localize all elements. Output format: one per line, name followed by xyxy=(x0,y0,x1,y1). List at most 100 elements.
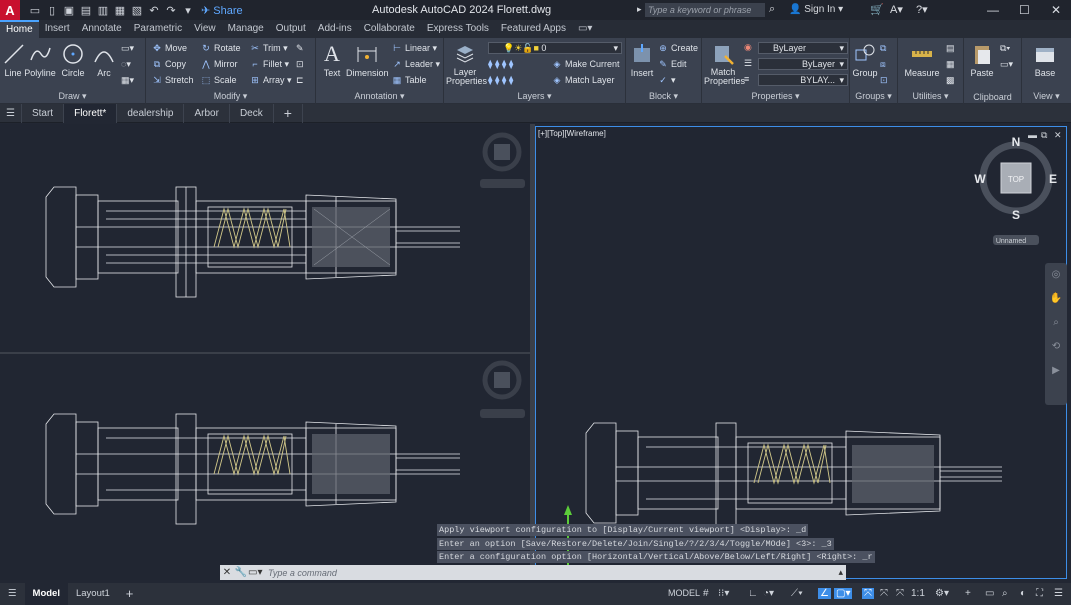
linetype-dropdown[interactable]: ByLayer ▾ xyxy=(758,58,848,70)
doc-tab-florett[interactable]: Florett* xyxy=(64,103,118,123)
close-command-line-icon[interactable]: ✕ xyxy=(220,567,234,578)
compass-east[interactable]: E xyxy=(1049,172,1057,186)
circle-button[interactable]: Circle xyxy=(60,42,86,78)
cut-icon[interactable]: ▭▾ xyxy=(1000,59,1013,70)
panel-view-title[interactable]: View ▾ xyxy=(1022,91,1071,102)
recent-commands-icon[interactable]: ▭▾ xyxy=(248,567,262,578)
panel-draw-title[interactable]: Draw ▾ xyxy=(0,91,145,102)
calculator-icon[interactable]: ▩ xyxy=(946,75,955,86)
viewport-restore-icon[interactable]: ⧉ xyxy=(1041,130,1048,140)
layout1-tab[interactable]: Layout1 xyxy=(68,583,118,605)
cart-icon[interactable]: 🛒 xyxy=(870,3,884,16)
undo-icon[interactable]: ↶ xyxy=(147,4,161,17)
customization-menu-icon[interactable]: ☰ xyxy=(1054,588,1063,599)
group-select-icon[interactable]: ⊡ xyxy=(880,75,888,86)
steering-wheel-icon[interactable]: ◎ xyxy=(1045,263,1067,287)
stretch-button[interactable]: ⇲ Stretch xyxy=(152,75,193,86)
navigation-bar[interactable]: ◎ ✋ ⌕ ⟲ ▶ xyxy=(1045,263,1067,405)
scale-button[interactable]: ⬚ Scale xyxy=(201,75,237,86)
showmotion-icon[interactable]: ▶ xyxy=(1045,359,1067,383)
ortho-icon[interactable]: ∟ xyxy=(748,588,758,599)
viewcube-compass[interactable]: TOP N S E W xyxy=(974,135,1057,222)
fillet-button[interactable]: ⌐ Fillet ▾ xyxy=(250,59,289,70)
viewport-right-active[interactable]: TOP N S E W Unnamed ▬ ⧉ ✕ xyxy=(535,126,1067,579)
clean-screen-icon[interactable]: ⛶ xyxy=(1036,588,1043,599)
qat-dropdown-icon[interactable]: ▾ xyxy=(181,4,195,17)
layer-properties-button[interactable]: Layer Properties xyxy=(446,42,487,86)
dimension-button[interactable]: Dimension xyxy=(346,42,389,78)
hatch-icon[interactable]: ◌▾ xyxy=(121,59,131,70)
layer-tools-row2-icons[interactable]: ⧫ ⧫ ⧫ ⧫ xyxy=(488,75,513,86)
tab-view[interactable]: View xyxy=(188,20,222,38)
annotation-monitor-icon[interactable]: + xyxy=(965,588,971,599)
doc-tab-start[interactable]: Start xyxy=(22,103,65,123)
create-block-button[interactable]: ⊕ Create xyxy=(658,43,698,54)
tab-insert[interactable]: Insert xyxy=(39,20,76,38)
leader-button[interactable]: ↗ Leader ▾ xyxy=(392,59,440,70)
doc-tab-arbor[interactable]: Arbor xyxy=(184,103,230,123)
paste-button[interactable]: Paste xyxy=(968,42,996,78)
annotation-scale-value[interactable]: 1:1 xyxy=(911,588,925,599)
annotation-visibility-icon[interactable]: ⤧ xyxy=(862,588,874,599)
osnap-icon[interactable]: ▢▾ xyxy=(834,588,853,599)
tab-manage[interactable]: Manage xyxy=(222,20,270,38)
model-tab[interactable]: Model xyxy=(24,583,68,605)
tab-annotate[interactable]: Annotate xyxy=(76,20,128,38)
rectangle-icon[interactable]: ▭▾ xyxy=(121,43,134,54)
viewcube-top[interactable] xyxy=(494,144,510,160)
plot-icon[interactable]: ▧ xyxy=(130,4,144,17)
command-input[interactable]: Type a command xyxy=(268,568,337,578)
search-icon[interactable]: ⌕ xyxy=(769,3,775,16)
viewport-minimize-icon[interactable]: ▬ xyxy=(1028,130,1037,140)
table-button[interactable]: ▦ Table xyxy=(392,75,427,86)
save-as-icon[interactable]: ▤ xyxy=(79,4,93,17)
application-menu-button[interactable]: A xyxy=(0,0,20,20)
object-snap-tracking-icon[interactable]: ∠ xyxy=(818,588,831,599)
panel-modify-title[interactable]: Modify ▾ xyxy=(146,91,315,102)
model-space-toggle[interactable]: MODEL xyxy=(668,588,700,598)
units-icon[interactable]: ▭ xyxy=(985,588,994,599)
tab-parametric[interactable]: Parametric xyxy=(128,20,188,38)
tab-output[interactable]: Output xyxy=(270,20,312,38)
workspace-gear-icon[interactable]: ⚙▾ xyxy=(935,588,949,599)
measure-button[interactable]: Measure xyxy=(902,42,942,78)
ribbon-options-icon[interactable]: ▭▾ xyxy=(572,20,598,38)
select-all-icon[interactable]: ▦ xyxy=(946,59,955,70)
annotation-scale-icon[interactable]: ⤧ xyxy=(896,588,904,599)
array-button[interactable]: ⊞ Array ▾ xyxy=(250,75,291,86)
save-web-icon[interactable]: ▦ xyxy=(113,4,127,17)
explode-icon[interactable]: ⊡ xyxy=(296,59,304,70)
panel-utilities-title[interactable]: Utilities ▾ xyxy=(898,91,963,102)
redo-icon[interactable]: ↷ xyxy=(164,4,178,17)
layer-tools-row1-icons[interactable]: ⧫ ⧫ ⧫ ⧫ xyxy=(488,59,513,70)
text-button[interactable]: A Text xyxy=(320,42,344,79)
ungroup-icon[interactable]: ⧉ xyxy=(880,43,886,54)
compass-south[interactable]: S xyxy=(1012,208,1020,222)
close-icon[interactable]: ✕ xyxy=(1051,3,1061,17)
share-button[interactable]: ✈ Share xyxy=(201,4,243,17)
line-button[interactable]: Line xyxy=(2,42,24,78)
sign-in-button[interactable]: 👤 Sign In ▾ xyxy=(789,4,843,15)
insert-button[interactable]: Insert xyxy=(628,42,656,78)
quick-properties-icon[interactable]: ⌕ xyxy=(1002,588,1008,599)
pan-icon[interactable]: ✋ xyxy=(1045,287,1067,311)
zoom-icon[interactable]: ⌕ xyxy=(1045,311,1067,335)
new-tab-icon[interactable]: + xyxy=(274,103,303,123)
panel-clipboard-title[interactable]: Clipboard xyxy=(964,92,1021,102)
base-view-button[interactable]: Base xyxy=(1028,42,1062,78)
edit-block-button[interactable]: ✎ Edit xyxy=(658,59,686,70)
hamburger-menu-icon[interactable]: ☰ xyxy=(0,103,22,123)
block-attributes-icon[interactable]: ✓ ▾ xyxy=(658,75,675,86)
polyline-button[interactable]: Polyline xyxy=(24,42,56,78)
isodraft-icon[interactable]: ⟋▾ xyxy=(791,588,803,599)
open-web-icon[interactable]: ▥ xyxy=(96,4,110,17)
rotate-button[interactable]: ↻ Rotate xyxy=(201,43,240,54)
match-properties-button[interactable]: Match Properties xyxy=(704,42,745,86)
auto-scale-icon[interactable]: ⤧ xyxy=(880,588,888,599)
save-icon[interactable]: ▣ xyxy=(62,4,76,17)
search-input[interactable]: Type a keyword or phrase xyxy=(645,3,765,17)
viewcube-top[interactable] xyxy=(494,372,510,388)
help-icon[interactable]: ?▾ xyxy=(916,3,928,16)
quick-select-icon[interactable]: ▤ xyxy=(946,43,955,54)
lineweight-dropdown[interactable]: BYLAY... ▾ xyxy=(758,74,848,86)
